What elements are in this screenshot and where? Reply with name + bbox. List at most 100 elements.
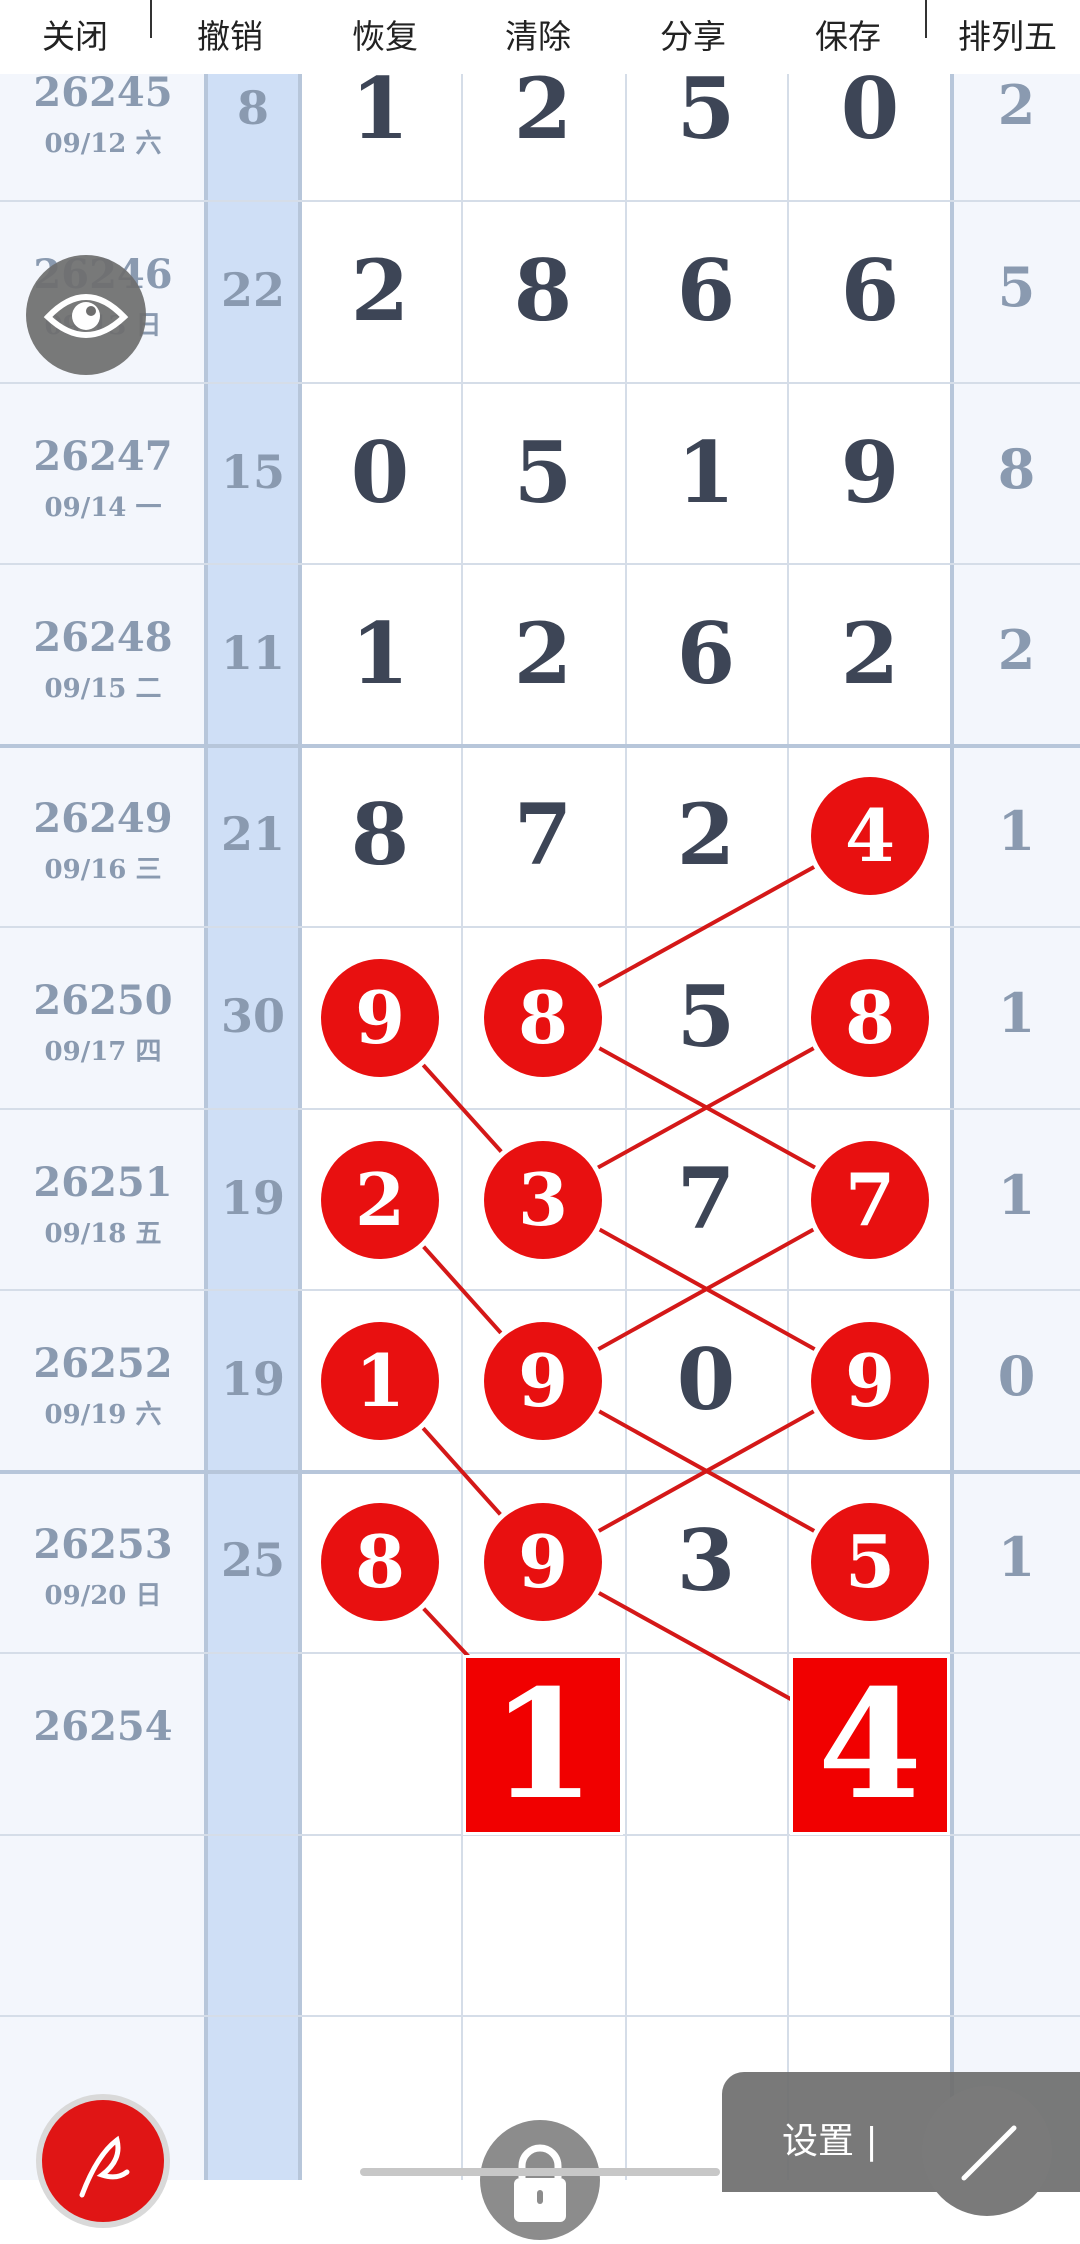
prediction-block[interactable]: 4: [793, 1658, 947, 1832]
digit-cell[interactable]: 6: [647, 241, 765, 340]
highlighted-digit[interactable]: 2: [321, 1141, 439, 1259]
issue-number: 26245: [33, 69, 173, 116]
table-row: 26252 09/19 六 19 1 9 0 9 0: [0, 1290, 1080, 1471]
digit-cell[interactable]: 6: [811, 241, 929, 340]
digit-cell[interactable]: 6: [647, 604, 765, 703]
highlighted-digit[interactable]: 8: [321, 1503, 439, 1621]
tail-value: 0: [997, 1344, 1036, 1408]
tail-value: 1: [997, 981, 1036, 1045]
draw-line-icon: [961, 2125, 1017, 2181]
digit-cell[interactable]: 2: [811, 604, 929, 703]
toolbar: 关闭 撤销 恢复 清除 分享 保存 排列五: [0, 0, 1080, 74]
issue-date: 09/12 六: [44, 129, 162, 159]
highlighted-digit[interactable]: 1: [321, 1322, 439, 1440]
sum-value: 30: [220, 989, 285, 1043]
issue-number: 26250: [33, 977, 173, 1024]
sum-value: 15: [220, 445, 285, 499]
sum-value: 19: [220, 1171, 285, 1225]
issue-date: 09/19 六: [44, 1400, 162, 1430]
tail-value: 8: [997, 437, 1036, 501]
pen-icon: [79, 2135, 130, 2198]
table-row: 26250 09/17 四 30 9 8 5 8 1: [0, 927, 1080, 1108]
issue-date: 09/16 三: [44, 855, 162, 885]
toolbar-separator: [150, 0, 152, 38]
sum-value: 19: [220, 1352, 285, 1406]
sum-value: 11: [220, 626, 285, 680]
tail-value: 1: [997, 1525, 1036, 1589]
table-row: 26249 09/16 三 21 8 7 2 4 1: [0, 745, 1080, 926]
issue-date: 09/15 二: [44, 674, 162, 704]
eye-toggle-button[interactable]: [26, 255, 146, 375]
issue-number: 26249: [33, 795, 173, 842]
sum-value: 21: [220, 807, 285, 861]
issue-date: 09/18 五: [44, 1219, 162, 1249]
pen-button[interactable]: [42, 2100, 164, 2222]
highlighted-digit[interactable]: 8: [484, 959, 602, 1077]
tail-value: 1: [997, 1163, 1036, 1227]
issue-date: 09/17 四: [44, 1037, 162, 1067]
highlighted-digit[interactable]: 5: [811, 1503, 929, 1621]
tail-value: 5: [997, 255, 1036, 319]
digit-cell[interactable]: 2: [484, 604, 602, 703]
tail-value: 2: [997, 618, 1036, 682]
issue-date: 09/14 一: [44, 493, 162, 523]
digit-cell[interactable]: 7: [484, 785, 602, 884]
digit-cell[interactable]: 9: [811, 423, 929, 522]
issue-number: 26248: [33, 614, 173, 661]
lock-button[interactable]: [480, 2120, 600, 2240]
issue-date: 09/20 日: [44, 1581, 162, 1611]
highlighted-digit[interactable]: 3: [484, 1141, 602, 1259]
table-row: 26247 09/14 一 15 0 5 1 9 8: [0, 383, 1080, 564]
game-type-label[interactable]: 排列五: [945, 10, 1070, 64]
tail-value: 2: [997, 73, 1036, 137]
issue-number: 26253: [33, 1521, 173, 1568]
close-button[interactable]: 关闭: [20, 10, 130, 64]
toolbar-separator: [925, 0, 927, 38]
table-row: 26253 09/20 日 25 8 9 3 5 1: [0, 1471, 1080, 1652]
highlighted-digit[interactable]: 8: [811, 959, 929, 1077]
highlighted-digit[interactable]: 7: [811, 1141, 929, 1259]
digit-cell[interactable]: 7: [647, 1149, 765, 1248]
table-row: 26251 09/18 五 19 2 3 7 7 1: [0, 1109, 1080, 1290]
undo-button[interactable]: 撤销: [175, 10, 285, 64]
draw-table: 2624509/12 六8125022624609/13 日2228665262…: [0, 0, 1080, 2180]
issue-number: 26247: [33, 433, 173, 480]
settings-button[interactable]: 设置 |: [782, 2112, 878, 2164]
settings-bar: 设置 |: [722, 2072, 1080, 2216]
draw-line-button[interactable]: [922, 2086, 1052, 2216]
highlighted-digit[interactable]: 9: [484, 1503, 602, 1621]
table-row: 26248 09/15 二 11 1 2 6 2 2: [0, 564, 1080, 745]
prediction-row: 26254 1 4: [0, 1653, 1080, 1834]
digit-cell[interactable]: 8: [321, 785, 439, 884]
digit-cell[interactable]: 0: [321, 423, 439, 522]
digit-cell[interactable]: 1: [647, 423, 765, 522]
issue-number: 26254: [33, 1703, 173, 1750]
share-button[interactable]: 分享: [638, 10, 748, 64]
lock-icon: [514, 2144, 566, 2222]
tail-value: 1: [997, 799, 1036, 863]
home-indicator[interactable]: [360, 2168, 720, 2176]
sum-value: 8: [236, 81, 269, 135]
digit-cell[interactable]: 8: [484, 241, 602, 340]
highlighted-digit[interactable]: 9: [811, 1322, 929, 1440]
digit-cell[interactable]: 5: [484, 423, 602, 522]
issue-number: 26252: [33, 1340, 173, 1387]
save-button[interactable]: 保存: [793, 10, 903, 64]
issue-number: 26251: [33, 1159, 173, 1206]
sum-value: 22: [220, 263, 285, 317]
highlighted-digit[interactable]: 9: [321, 959, 439, 1077]
prediction-block[interactable]: 1: [466, 1658, 620, 1832]
table-row: 2624609/13 日2228665: [0, 201, 1080, 382]
sum-value: 25: [220, 1533, 285, 1587]
digit-cell[interactable]: 5: [647, 967, 765, 1066]
digit-cell[interactable]: 3: [647, 1511, 765, 1610]
digit-cell[interactable]: 2: [321, 241, 439, 340]
clear-button[interactable]: 清除: [483, 10, 593, 64]
highlighted-digit[interactable]: 9: [484, 1322, 602, 1440]
digit-cell[interactable]: 1: [321, 604, 439, 703]
highlighted-digit[interactable]: 4: [811, 777, 929, 895]
digit-cell[interactable]: 2: [647, 785, 765, 884]
redo-button[interactable]: 恢复: [330, 10, 440, 64]
digit-cell[interactable]: 0: [647, 1330, 765, 1429]
eye-icon: [43, 294, 129, 338]
